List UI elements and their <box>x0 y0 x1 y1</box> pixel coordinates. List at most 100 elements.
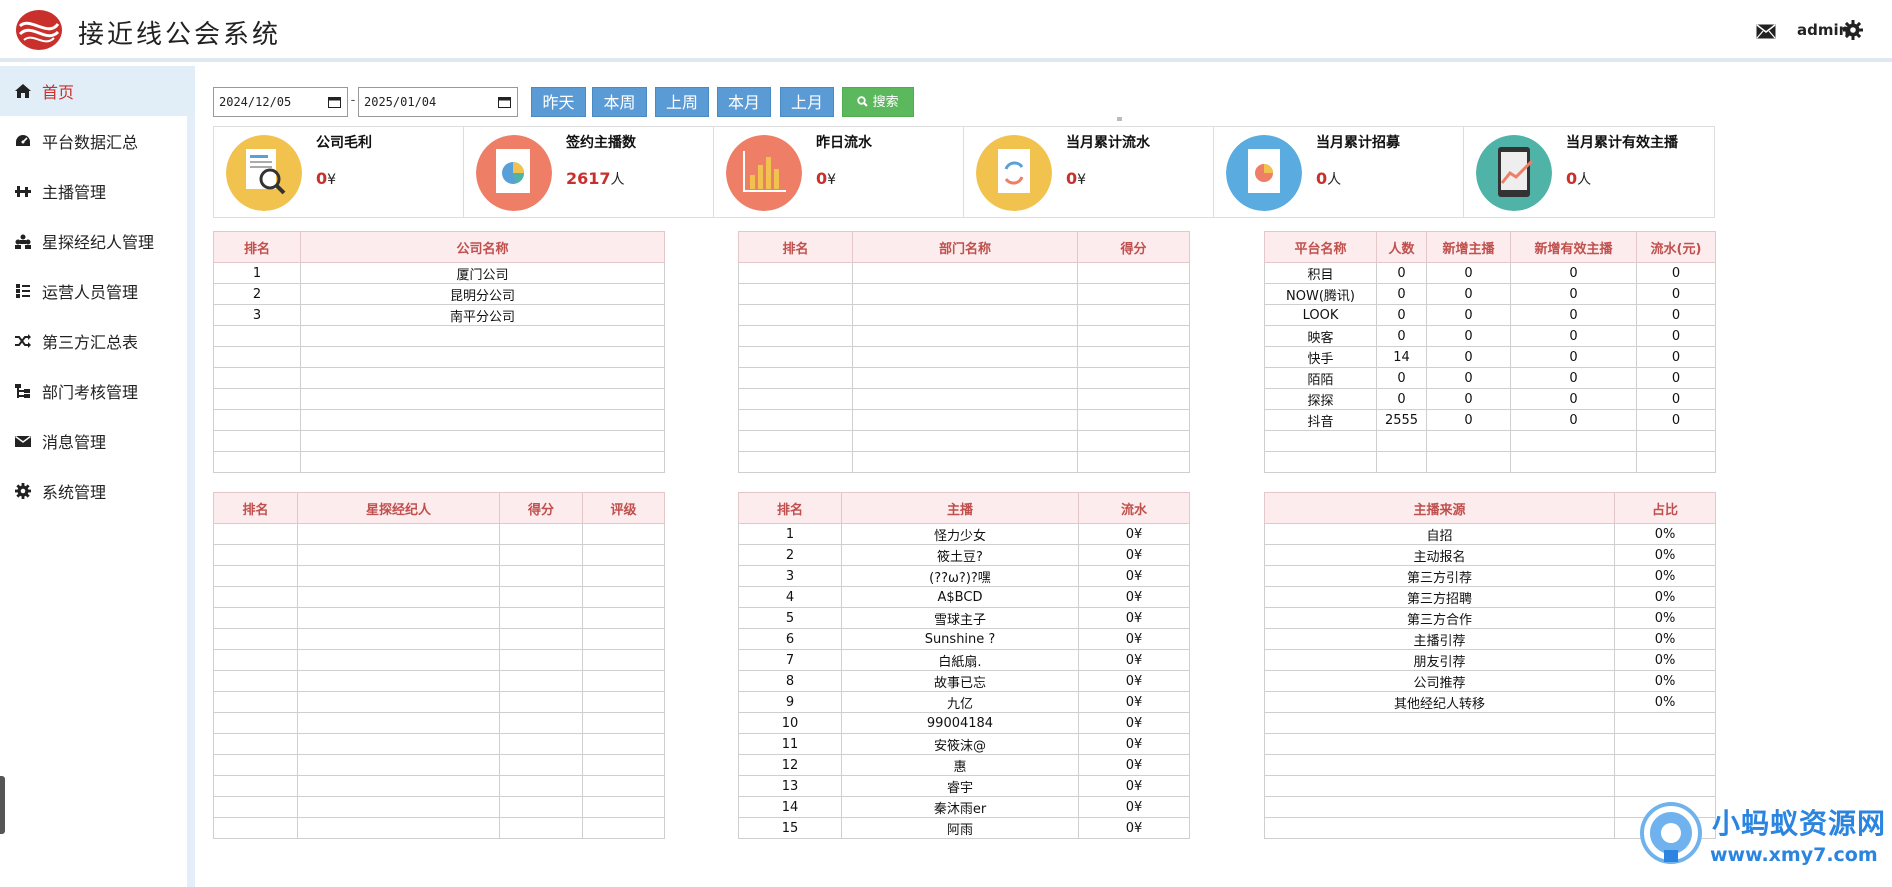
table-cell <box>1510 451 1637 473</box>
table-cell <box>499 817 583 839</box>
table-cell <box>297 607 500 629</box>
table-row <box>738 388 1190 410</box>
table-cell <box>499 754 583 776</box>
table-cell: 0¥ <box>1078 733 1190 755</box>
table-cell <box>1614 754 1716 776</box>
table-cell <box>1077 388 1190 410</box>
table-row <box>213 691 665 713</box>
table-row: 13 睿宇 0¥ <box>738 775 1190 797</box>
table-cell <box>738 409 853 431</box>
sidebar-item-home[interactable]: 首页 <box>0 66 195 116</box>
table-row <box>213 544 665 566</box>
table-row: 6 Sunshine ? 0¥ <box>738 628 1190 650</box>
envelope-icon <box>15 435 31 447</box>
table-cell: 2 <box>213 283 301 305</box>
table-cell <box>213 817 298 839</box>
table-row <box>738 325 1190 347</box>
sidebar-item-messages[interactable]: 消息管理 <box>0 416 195 466</box>
table-row <box>1264 430 1716 452</box>
calendar-icon[interactable] <box>498 96 511 108</box>
table-cell <box>1077 409 1190 431</box>
table-cell <box>213 451 301 473</box>
last-week-button[interactable]: 上周 <box>655 87 709 117</box>
yesterday-button[interactable]: 昨天 <box>531 87 586 117</box>
refresh-document-icon <box>976 135 1052 211</box>
table-cell <box>213 586 298 608</box>
scroll-handle[interactable] <box>0 776 5 834</box>
table-row: 15 阿雨 0¥ <box>738 817 1190 839</box>
table-cell: 7 <box>738 649 842 671</box>
table-row: LOOK 0 0 0 0 <box>1264 304 1716 326</box>
sidebar-item-streamers[interactable]: 主播管理 <box>0 166 195 216</box>
table-cell <box>582 544 665 566</box>
stat-label: 昨日流水 <box>816 135 872 151</box>
table-cell <box>852 283 1078 305</box>
sidebar-item-system[interactable]: 系统管理 <box>0 466 195 516</box>
table-cell: 抖音 <box>1264 409 1377 431</box>
mail-icon[interactable] <box>1756 24 1776 39</box>
user-name[interactable]: admin <box>1797 21 1849 39</box>
table-cell: 筱土豆? <box>841 544 1079 566</box>
table-cell: 11 <box>738 733 842 755</box>
table-cell: 2555 <box>1376 409 1427 431</box>
table-row: 5 雪球主子 0¥ <box>738 607 1190 629</box>
top-header: 接近线公会系统 admin <box>0 0 1892 62</box>
home-icon <box>15 84 31 98</box>
stats-bar: 公司毛利 0¥ 签约主播数 2617人 昨日流水 0¥ 当月累计流水 0¥ 当月… <box>213 126 1715 218</box>
table-cell <box>1376 451 1427 473</box>
table-cell: 0 <box>1426 409 1511 431</box>
sidebar-item-department-review[interactable]: 部门考核管理 <box>0 366 195 416</box>
sidebar-item-platform-summary[interactable]: 平台数据汇总 <box>0 116 195 166</box>
table-row <box>213 628 665 650</box>
table-cell <box>582 670 665 692</box>
end-date-input[interactable]: 2025/01/04 <box>358 87 518 117</box>
this-month-button[interactable]: 本月 <box>717 87 771 117</box>
table-cell <box>213 325 301 347</box>
column-header: 人数 <box>1376 231 1427 263</box>
column-header: 得分 <box>1077 231 1190 263</box>
gear-icon <box>15 483 31 499</box>
table-row <box>738 409 1190 431</box>
sidebar-item-agents[interactable]: 星探经纪人管理 <box>0 216 195 266</box>
table-cell <box>213 691 298 713</box>
gear-icon[interactable] <box>1843 20 1863 40</box>
search-button[interactable]: 搜索 <box>842 87 914 117</box>
table-row: 14 秦沐雨er 0¥ <box>738 796 1190 818</box>
calendar-icon[interactable] <box>328 96 341 108</box>
table-row: 10 99004184 0¥ <box>738 712 1190 734</box>
table-row: 12 惠 0¥ <box>738 754 1190 776</box>
table-cell <box>213 565 298 587</box>
table-cell: 南平分公司 <box>300 304 665 326</box>
shuffle-icon <box>15 334 31 348</box>
table-row: 陌陌 0 0 0 0 <box>1264 367 1716 389</box>
stat-value: 0¥ <box>1066 169 1086 188</box>
start-date-input[interactable]: 2024/12/05 <box>213 87 348 117</box>
table-header-row: 排名 公司名称 <box>213 231 665 263</box>
table-cell <box>297 796 500 818</box>
last-month-button[interactable]: 上月 <box>780 87 834 117</box>
stat-number: 0 <box>816 169 828 188</box>
search-icon <box>857 96 869 107</box>
table-cell: 0¥ <box>1078 544 1190 566</box>
sidebar-item-third-party[interactable]: 第三方汇总表 <box>0 316 195 366</box>
table-row <box>213 754 665 776</box>
table-cell <box>1426 451 1511 473</box>
table-cell: 14 <box>1376 346 1427 368</box>
table-row: 公司推荐 0% <box>1264 670 1716 692</box>
table-row: 2 昆明分公司 <box>213 283 665 305</box>
table-row <box>213 325 665 347</box>
table-row <box>213 775 665 797</box>
stat-number: 0 <box>1066 169 1078 188</box>
table-cell <box>499 775 583 797</box>
table-cell: 12 <box>738 754 842 776</box>
table-cell <box>1636 451 1716 473</box>
table-row <box>1264 754 1716 776</box>
sidebar-item-operators[interactable]: 运营人员管理 <box>0 266 195 316</box>
table-cell: 0 <box>1636 388 1716 410</box>
stat-signed-streamers: 签约主播数 2617人 <box>464 127 714 217</box>
table-cell: 1 <box>738 523 842 545</box>
this-week-button[interactable]: 本周 <box>592 87 647 117</box>
stat-company-profit: 公司毛利 0¥ <box>214 127 464 217</box>
table-cell: 0¥ <box>1078 754 1190 776</box>
table-cell <box>738 346 853 368</box>
